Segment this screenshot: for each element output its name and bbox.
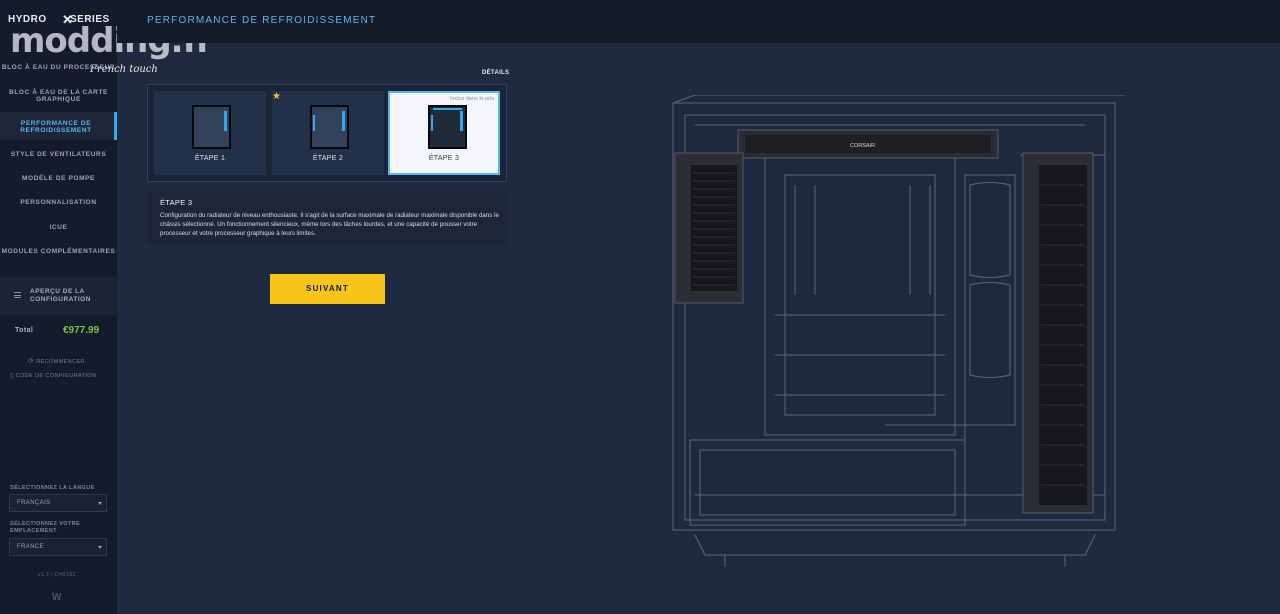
sidebar-item-cooling-performance[interactable]: PERFORMANCE DE REFROIDISSEMENT (0, 112, 117, 140)
config-code-label: CODE DE CONFIGURATION (15, 373, 97, 379)
case-icon (310, 105, 349, 149)
sidebar-item-addons[interactable]: MODULES COMPLÉMENTAIRES (0, 248, 117, 256)
configuration-summary-label: APERÇU DE LA CONFIGURATION (30, 288, 91, 303)
total-label: Total (15, 327, 34, 334)
location-value: FRANCE (17, 544, 45, 550)
restart-label: RECOMMENCER (36, 359, 85, 365)
sidebar-item-fan-style[interactable]: STYLE DE VENTILATEURS (0, 151, 117, 159)
sidebar-item-label: BLOC À EAU DU PROCESSEUR (1, 64, 116, 71)
step-option-2[interactable]: ÉTAPE 2 (272, 91, 384, 175)
sidebar-item-icue[interactable]: ICUE (0, 224, 117, 232)
description-title: ÉTAPE 3 (160, 198, 193, 207)
clipboard-icon: ▯ (10, 373, 14, 379)
star-icon: ★ (272, 91, 281, 102)
list-icon (14, 292, 21, 298)
radiator-marker (342, 111, 345, 131)
radiator-marker (460, 111, 463, 131)
footer-logo: W (52, 592, 62, 603)
step-label: ÉTAPE 2 (312, 155, 344, 162)
sidebar-item-gpu-block[interactable]: BLOC À EAU DE LA CARTE GRAPHIQUE (0, 89, 117, 105)
description-text: Configuration du radiateur de niveau ent… (160, 212, 499, 237)
sidebar: HYDRO ✕ SERIES modding.fr French touch B… (0, 0, 213, 614)
sidebar-item-personalization[interactable]: PERSONNALISATION (0, 199, 117, 207)
top-radiator: CORSAIR (737, 129, 999, 159)
brand-logo[interactable]: HYDRO ✕ SERIES modding.fr French touch (8, 10, 213, 75)
sidebar-item-label: PERSONNALISATION (20, 199, 97, 206)
radiator-marker (313, 115, 315, 131)
location-label: SÉLECTIONNEZ VOTRE EMPLACEMENT (10, 521, 81, 534)
language-label: SÉLECTIONNEZ LA LANGUE (10, 485, 95, 491)
details-link[interactable]: DÉTAILS (482, 70, 509, 76)
sidebar-item-label: MODÈLE DE POMPE (22, 175, 95, 182)
total-price: €977.99 (63, 325, 100, 336)
sidebar-item-label: MODULES COMPLÉMENTAIRES (1, 248, 116, 255)
configuration-summary-button[interactable]: APERÇU DE LA CONFIGURATION (0, 277, 117, 315)
case-icon (192, 105, 231, 149)
radiator-marker (224, 111, 227, 131)
sidebar-item-pump-model[interactable]: MODÈLE DE POMPE (0, 175, 117, 183)
case-icon (428, 105, 467, 149)
step-option-1[interactable]: ÉTAPE 1 (154, 91, 266, 175)
sidebar-item-cpu-block[interactable]: BLOC À EAU DU PROCESSEUR (0, 64, 117, 73)
language-value: FRANÇAIS (17, 500, 51, 506)
step-label: ÉTAPE 1 (194, 155, 226, 162)
sidebar-item-label: STYLE DE VENTILATEURS (10, 151, 107, 158)
restart-link[interactable]: ⟳ RECOMMENCER (28, 357, 85, 365)
sidebar-item-label: BLOC À EAU DE LA CARTE GRAPHIQUE (9, 89, 108, 103)
radiator-marker (431, 115, 433, 131)
chevron-down-icon (98, 546, 102, 549)
right-radiator (1022, 152, 1094, 514)
location-select[interactable]: FRANCE (9, 538, 107, 556)
steps-panel: ÉTAPE 1 ÉTAPE 2 Inclus dans le prix ÉTAP… (147, 84, 507, 182)
config-code-link[interactable]: ▯ CODE DE CONFIGURATION (10, 372, 96, 379)
language-select[interactable]: FRANÇAIS (9, 494, 107, 512)
sidebar-item-label: PERFORMANCE DE REFROIDISSEMENT (20, 120, 92, 134)
step-description: ÉTAPE 3 Configuration du radiateur de ni… (147, 192, 507, 244)
top-bar: PERFORMANCE DE REFROIDISSEMENT (117, 0, 1280, 43)
version-text: v1.3 | CHX192 (38, 572, 76, 578)
radiator-brand-text: CORSAIR (850, 143, 875, 149)
chevron-down-icon (98, 502, 102, 505)
sidebar-item-label: ICUE (49, 224, 68, 231)
step-option-3[interactable]: Inclus dans le prix ÉTAPE 3 (388, 91, 500, 175)
radiator-marker (433, 108, 462, 110)
page-title: PERFORMANCE DE REFROIDISSEMENT (147, 15, 377, 26)
case-render-image: CORSAIR (672, 95, 1125, 567)
included-badge: Inclus dans le prix (449, 96, 494, 102)
refresh-icon: ⟳ (28, 358, 35, 365)
next-button[interactable]: SUIVANT (270, 274, 385, 304)
step-label: ÉTAPE 3 (428, 155, 460, 162)
left-radiator (674, 152, 744, 304)
